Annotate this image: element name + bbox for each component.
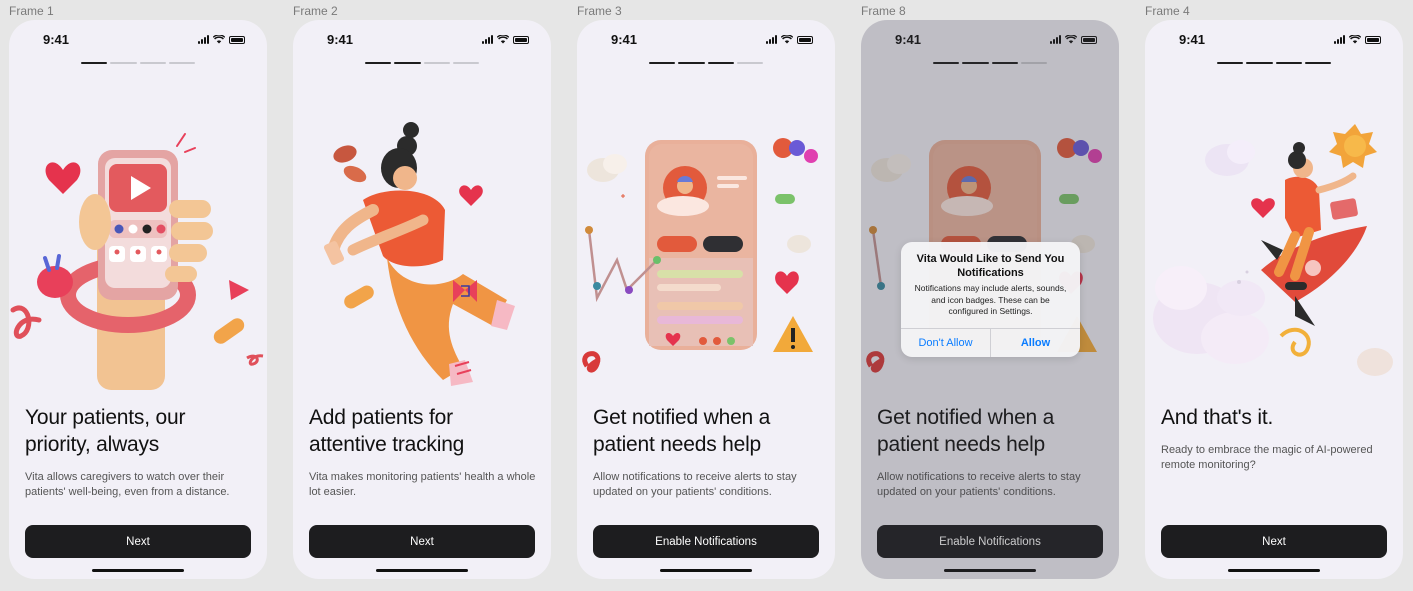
onboarding-description: Ready to embrace the magic of AI-powered… (1161, 444, 1373, 471)
onboarding-title: Get notified when a patient needs help (593, 406, 771, 456)
woman-on-rocket-illustration (1153, 124, 1393, 376)
phone-screen-3: 9:41 Get notified when a patient needs h… (577, 20, 835, 579)
phone-screen-5: 9:41 And that's it. Ready to embrace the… (1145, 20, 1403, 579)
alert-actions: Don't Allow Allow (901, 328, 1080, 357)
status-bar: 9:41 (1145, 32, 1403, 48)
frame-label: Frame 3 (577, 4, 622, 18)
status-bar: 9:41 (293, 32, 551, 48)
home-indicator (92, 569, 184, 572)
home-indicator (376, 569, 468, 572)
battery-icon (1365, 35, 1381, 44)
signal-icon (482, 35, 493, 44)
allow-button[interactable]: Allow (990, 329, 1080, 357)
hand-holding-phone-illustration (10, 133, 264, 390)
progress-segment (962, 62, 989, 64)
signal-icon (198, 35, 209, 44)
signal-icon (1050, 35, 1061, 44)
notification-permission-alert: Vita Would Like to Send You Notification… (901, 242, 1080, 357)
progress-segment (649, 62, 676, 64)
progress-segment (991, 62, 1018, 64)
battery-icon (513, 35, 529, 44)
battery-icon (797, 35, 813, 44)
home-indicator (944, 569, 1036, 572)
progress-segment (1275, 62, 1302, 64)
frame-label: Frame 1 (9, 4, 54, 18)
onboarding-title: Add patients for attentive tracking (309, 406, 465, 456)
frame-label: Frame 8 (861, 4, 906, 18)
progress-segment (365, 62, 392, 64)
status-bar: 9:41 (861, 32, 1119, 48)
status-bar: 9:41 (9, 32, 267, 48)
wifi-icon (213, 35, 225, 44)
wifi-icon (1349, 35, 1361, 44)
progress-segment (933, 62, 960, 64)
next-button[interactable]: Next (1161, 525, 1387, 558)
progress-segment (1217, 62, 1244, 64)
progress-segment (110, 62, 137, 64)
enable-notifications-button[interactable]: Enable Notifications (593, 525, 819, 558)
battery-icon (229, 35, 245, 44)
frame-label: Frame 4 (1145, 4, 1190, 18)
progress-segment (736, 62, 763, 64)
status-time: 9:41 (327, 32, 354, 47)
status-time: 9:41 (611, 32, 638, 47)
home-indicator (1228, 569, 1320, 572)
progress-segment (394, 62, 421, 64)
home-indicator (660, 569, 752, 572)
onboarding-title: Your patients, our priority, always (25, 406, 186, 456)
phone-screen-2: 9:41 Add patients for attentive tracking… (293, 20, 551, 579)
progress-segment (1304, 62, 1331, 64)
progress-segment (81, 62, 108, 64)
phone-screen-4: 9:41 Get notified when a patient needs h… (861, 20, 1119, 579)
progress-segment (707, 62, 734, 64)
onboarding-progress (649, 62, 763, 64)
status-time: 9:41 (895, 32, 922, 47)
onboarding-progress (81, 62, 195, 64)
wifi-icon (781, 35, 793, 44)
battery-icon (1081, 35, 1097, 44)
status-bar: 9:41 (577, 32, 835, 48)
progress-segment (1020, 62, 1047, 64)
alert-title: Vita Would Like to Send You Notification… (916, 253, 1065, 279)
progress-segment (452, 62, 479, 64)
progress-segment (678, 62, 705, 64)
next-button[interactable]: Next (309, 525, 535, 558)
alert-message: Notifications may include alerts, sounds… (914, 283, 1067, 316)
phone-screen-1: 9:41 Your patients, our priority, always… (9, 20, 267, 579)
onboarding-title: Get notified when a patient needs help (877, 406, 1055, 456)
onboarding-title: And that's it. (1161, 406, 1274, 429)
progress-segment (139, 62, 166, 64)
signal-icon (766, 35, 777, 44)
status-time: 9:41 (1179, 32, 1206, 47)
onboarding-description: Allow notifications to receive alerts to… (877, 471, 1081, 498)
onboarding-description: Vita makes monitoring patients' health a… (309, 471, 536, 498)
onboarding-progress (1217, 62, 1331, 64)
progress-segment (1246, 62, 1273, 64)
onboarding-description: Vita allows caregivers to watch over the… (25, 471, 230, 498)
wifi-icon (1065, 35, 1077, 44)
progress-segment (423, 62, 450, 64)
progress-segment (168, 62, 195, 64)
next-button[interactable]: Next (25, 525, 251, 558)
signal-icon (1334, 35, 1345, 44)
enable-notifications-button[interactable]: Enable Notifications (877, 525, 1103, 558)
patient-card-illustration (582, 138, 818, 373)
onboarding-description: Allow notifications to receive alerts to… (593, 471, 797, 498)
wifi-icon (497, 35, 509, 44)
woman-with-phone-illustration (323, 122, 515, 386)
dont-allow-button[interactable]: Don't Allow (901, 329, 990, 357)
onboarding-progress (933, 62, 1047, 64)
status-time: 9:41 (43, 32, 70, 47)
onboarding-progress (365, 62, 479, 64)
frame-label: Frame 2 (293, 4, 338, 18)
